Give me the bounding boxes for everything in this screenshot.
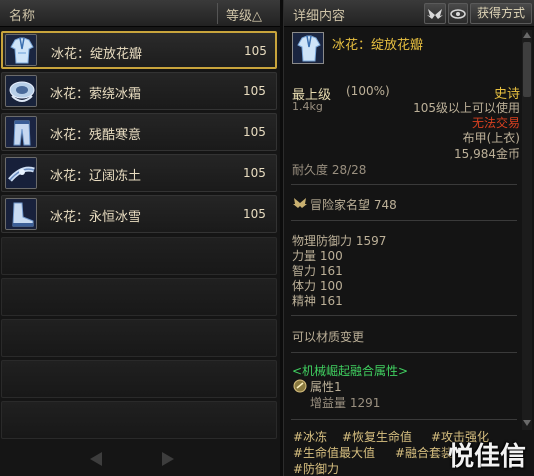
empty-list-slot <box>1 360 277 398</box>
weight-label: 1.4kg <box>292 100 323 113</box>
stat-spirit: 精神 161 <box>292 294 343 308</box>
durability: 耐久度 28/28 <box>292 163 367 177</box>
divider <box>291 352 517 353</box>
wing-icon <box>427 9 443 19</box>
fusion-attribute-name: 属性1 <box>310 380 342 394</box>
material-change-note: 可以材质变更 <box>292 330 365 344</box>
list-item[interactable]: 冰花：残酷寒意 105 <box>1 113 277 151</box>
list-header: 名称 等级△ <box>0 0 280 27</box>
list-item[interactable]: 冰花：萦绕冰霜 105 <box>1 72 277 110</box>
list-item[interactable]: 冰花：辽阔冻土 105 <box>1 154 277 192</box>
item-name: 冰花：萦绕冰霜 <box>50 87 142 102</box>
scroll-thumb[interactable] <box>523 42 531 97</box>
detail-header: 详细内容 获得方式 <box>284 0 534 27</box>
item-name: 冰花：辽阔冻土 <box>50 169 142 184</box>
detail-title: 详细内容 <box>293 9 346 24</box>
tag-freeze[interactable]: #冰冻 <box>293 428 327 445</box>
boots-icon <box>5 198 37 230</box>
fusion-attribute-title: <机械崛起融合属性> <box>292 364 409 378</box>
watermark-logo: 悦佳信 <box>448 442 527 472</box>
shoulder-icon <box>5 75 37 107</box>
empty-list-slot <box>1 401 277 439</box>
fusion-attribute-icon <box>293 379 307 393</box>
fame-wing-icon <box>293 198 307 208</box>
header-divider <box>217 3 218 24</box>
item-level: 105 <box>243 84 266 98</box>
item-level: 105 <box>243 207 266 221</box>
detail-scrollbar[interactable] <box>522 30 532 430</box>
empty-list-slot <box>1 237 277 275</box>
pants-icon <box>5 116 37 148</box>
armor-type: 布甲(上衣) <box>462 131 520 145</box>
tag-defense[interactable]: #防御力 <box>293 460 339 476</box>
eye-icon-button[interactable] <box>448 3 468 24</box>
eye-icon <box>450 9 466 19</box>
empty-list-slot <box>1 319 277 357</box>
adventurer-fame: 冒险家名望 748 <box>310 198 397 212</box>
tag-hp-recovery[interactable]: #恢复生命值 <box>342 428 412 445</box>
list-item[interactable]: 冰花：绽放花瓣 105 <box>1 31 277 69</box>
scroll-down-arrow-icon[interactable] <box>523 420 531 426</box>
prev-page-arrow-icon[interactable] <box>90 452 102 466</box>
detail-item-name: 冰花：绽放花瓣 <box>332 38 424 53</box>
next-page-arrow-icon[interactable] <box>162 452 174 466</box>
pager <box>0 444 280 476</box>
belt-icon <box>5 157 37 189</box>
wing-icon-button[interactable] <box>424 3 446 24</box>
divider <box>291 315 517 316</box>
scroll-up-arrow-icon[interactable] <box>523 32 531 38</box>
acquire-method-button[interactable]: 获得方式 <box>470 3 532 24</box>
divider <box>291 220 517 221</box>
grade-percent: (100%) <box>346 84 390 98</box>
item-level: 105 <box>243 125 266 139</box>
list-item[interactable]: 冰花：永恒冰雪 105 <box>1 195 277 233</box>
item-detail-panel: 详细内容 获得方式 冰花：绽放花瓣 最上级 (100%) 史诗 1.4kg 10… <box>283 0 534 476</box>
item-name: 冰花：绽放花瓣 <box>51 47 143 62</box>
item-level: 105 <box>243 166 266 180</box>
item-level: 105 <box>244 44 267 58</box>
tag-max-hp[interactable]: #生命值最大值 <box>293 444 375 461</box>
coat-icon <box>292 32 324 64</box>
fusion-gain-value: 增益量 1291 <box>310 396 381 410</box>
divider <box>291 184 517 185</box>
equipment-list-panel: 名称 等级△ 冰花：绽放花瓣 105 冰花：萦绕冰霜 105 冰花：残酷寒意 1… <box>0 0 280 476</box>
tag-fusion-set[interactable]: #融合套装 <box>395 444 453 461</box>
empty-list-slot <box>1 278 277 316</box>
item-name: 冰花：残酷寒意 <box>50 128 142 143</box>
divider <box>291 419 517 420</box>
column-name-header[interactable]: 名称 <box>9 5 35 24</box>
column-level-sort-header[interactable]: 等级△ <box>226 5 262 24</box>
item-name: 冰花：永恒冰雪 <box>50 210 142 225</box>
coat-icon <box>5 34 37 66</box>
sell-price: 15,984金币 <box>454 147 520 161</box>
